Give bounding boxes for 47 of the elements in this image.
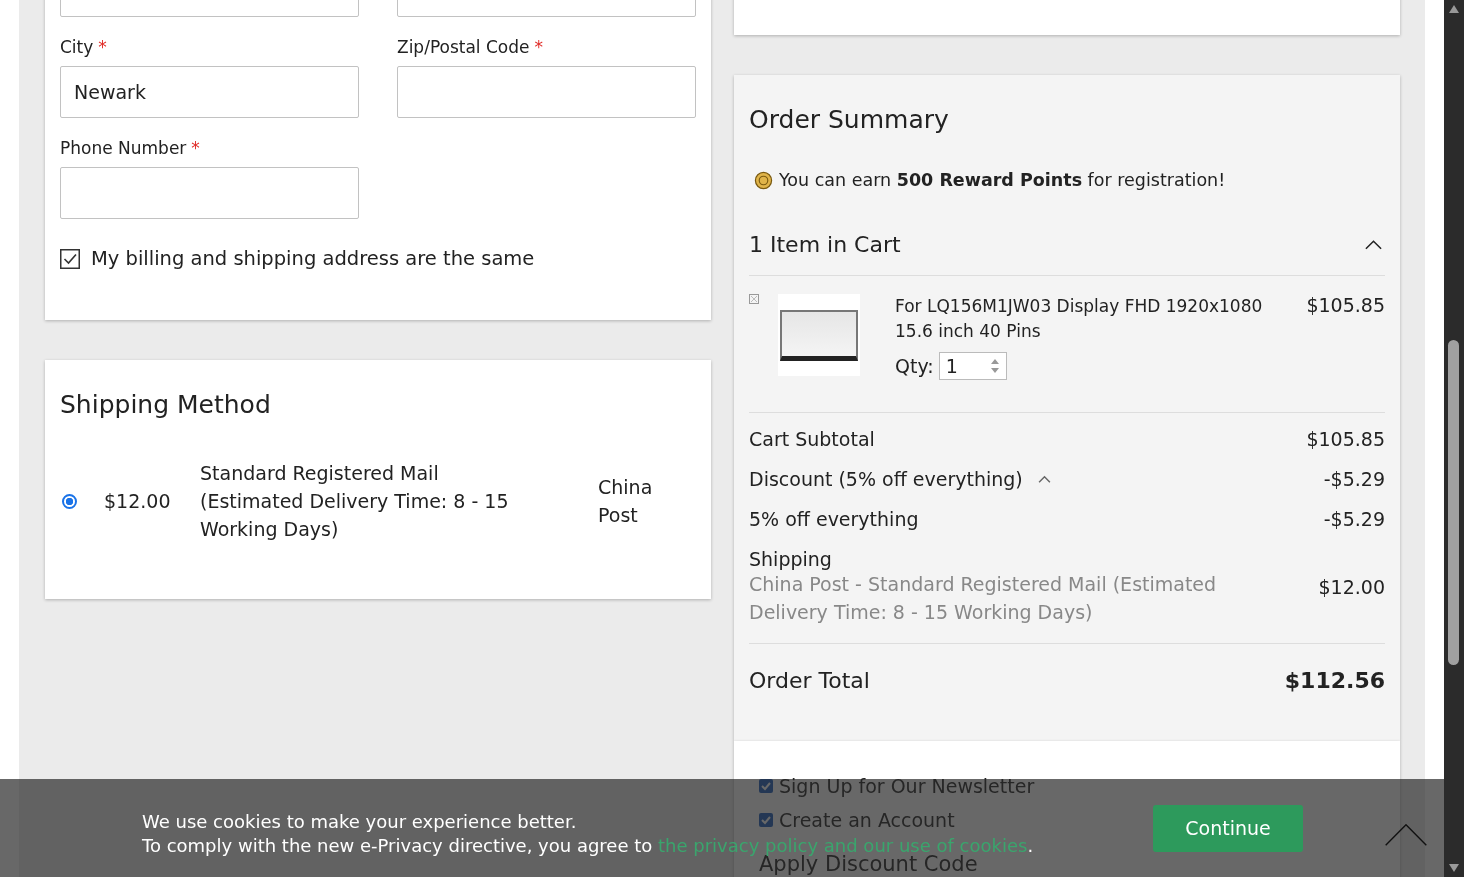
input-field[interactable]: [397, 66, 696, 118]
product-name: For LQ156M1JW03 Display FHD 1920x1080 15.6 inch 40 Pins: [895, 295, 1264, 343]
scrollbar[interactable]: [1444, 0, 1464, 877]
total-label: Cart Subtotal: [749, 428, 875, 450]
input-field[interactable]: Newark: [60, 66, 359, 118]
required-mark: *: [534, 37, 544, 57]
shipping-price: $12.00: [104, 489, 172, 514]
total-label: 5% off everything: [749, 508, 919, 530]
total-value: $105.85: [1306, 428, 1385, 450]
shipping-detail: China Post - Standard Registered Mail (Estimated Delivery Time: 8 - 15 Working Days): [749, 572, 1218, 625]
qty-field[interactable]: 1: [938, 352, 1007, 380]
order-total-label: Order Total: [749, 668, 870, 693]
cookie-text: To comply with the new e-Privacy directive, you agree to the privacy policy and our use of cookies.: [142, 834, 1034, 856]
shipping-method: Standard Registered Mail (Estimated Delivery Time: 8 - 15 Working Days): [200, 461, 510, 542]
section-title: Shipping Method: [60, 390, 272, 419]
total-value: -$5.29: [1323, 468, 1385, 490]
field-label: Phone Number: [60, 138, 187, 158]
radio-button[interactable]: [62, 493, 77, 509]
scroll-up-icon[interactable]: [1449, 5, 1459, 13]
chevron-icon[interactable]: [1364, 238, 1383, 251]
total-value: -$5.29: [1323, 508, 1385, 530]
scroll-top-icon[interactable]: [1383, 823, 1429, 847]
cart-header: 1 Item in Cart: [749, 232, 901, 257]
continue-button[interactable]: Continue: [1153, 804, 1303, 852]
checkbox-label: Sign Up for Our Newsletter: [779, 775, 1035, 797]
required-mark: *: [98, 37, 107, 57]
section-title: Order Summary: [749, 105, 950, 134]
coin-icon: [754, 170, 773, 190]
shipping-carrier: China Post: [598, 475, 654, 528]
scroll-down-icon[interactable]: [1449, 864, 1459, 872]
total-label: Shipping: [749, 548, 833, 570]
checkbox[interactable]: [60, 248, 80, 269]
qty-label: Qty:: [895, 353, 934, 379]
input-field[interactable]: [60, 167, 359, 219]
cookie-text: We use cookies to make your experience better.: [142, 810, 577, 834]
scrollbar-thumb[interactable]: [1448, 340, 1459, 665]
checkbox-label: My billing and shipping address are the same: [91, 247, 535, 270]
total-label: Discount (5% off everything): [749, 468, 1023, 490]
broken-image-icon: [749, 294, 759, 304]
field-label: Zip/Postal Code: [397, 37, 530, 57]
order-total-value: $112.56: [1284, 668, 1385, 693]
checkbox-label: Create an Account: [779, 809, 955, 831]
total-value: $12.00: [1318, 576, 1385, 598]
required-mark: *: [191, 138, 200, 158]
field-label: City: [60, 37, 94, 57]
reward-text: You can earn 500 Reward Points for registration!: [779, 170, 1226, 190]
product-price: $105.85: [1306, 294, 1385, 318]
